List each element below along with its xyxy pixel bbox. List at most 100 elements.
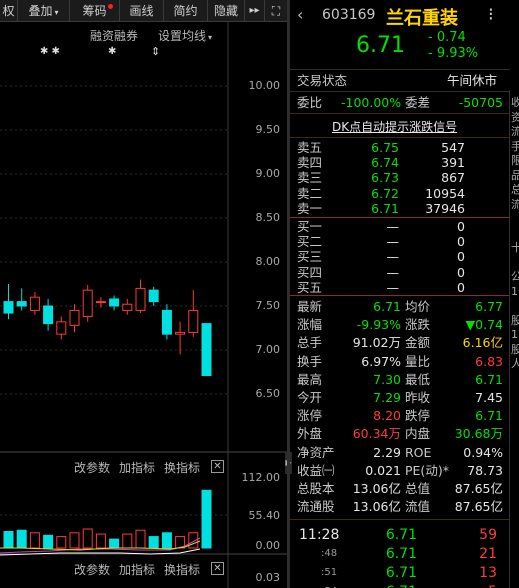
vol-axis-label: 55.40: [248, 509, 281, 522]
buy-order-row[interactable]: 买五 — 0: [297, 280, 505, 295]
order-volume: 391: [441, 155, 465, 171]
trade-status-label: 交易状态: [297, 73, 348, 88]
buy-order-row[interactable]: 买一 — 0: [297, 219, 505, 234]
volume-bar: [43, 534, 54, 549]
close-icon[interactable]: ✕: [211, 460, 224, 473]
stat-value: 7.45: [475, 390, 503, 405]
candle-body: [161, 309, 172, 335]
order-price: 6.74: [371, 155, 399, 171]
quote-stat-row[interactable]: 外盘 60.34万 内盘 30.68万: [297, 426, 505, 441]
quote-stat-row[interactable]: 总手 91.02万 金额 6.16亿: [297, 335, 505, 350]
toolbar-overlay-label: 叠加: [28, 4, 53, 18]
stat-label: 总手: [297, 335, 323, 351]
quote-stat-row[interactable]: 最高 7.30 最低 6.71: [297, 372, 505, 387]
volume-bar: [95, 533, 106, 549]
sell-order-row[interactable]: 卖三 6.73 867: [297, 170, 505, 185]
back-icon[interactable]: ‹: [297, 5, 303, 24]
order-price: 6.75: [371, 140, 399, 155]
volume-bar: [56, 536, 67, 549]
quote-stat-row[interactable]: 最新 6.71 均价 6.77: [297, 299, 505, 314]
divider: [290, 217, 510, 218]
side-panel-item: 限: [511, 154, 519, 169]
toolbar-chips-button[interactable]: 筹码: [70, 0, 120, 22]
price-axis-label: 9.00: [255, 167, 281, 180]
price-axis-label: 10.00: [248, 79, 281, 92]
side-panel-item: 股: [511, 343, 519, 358]
quote-stat-row[interactable]: 涨停 8.20 跌停 6.71: [297, 408, 505, 423]
volume-bar: [69, 532, 80, 549]
sell-order-row[interactable]: 卖二 6.72 10954: [297, 186, 505, 201]
toolbar-draw-button[interactable]: 画线: [120, 0, 164, 22]
toolbar-rights-label: 权: [2, 4, 15, 18]
price-change: - 0.74: [428, 30, 466, 45]
volume-series: [3, 489, 212, 549]
buy-order-row[interactable]: 买四 — 0: [297, 265, 505, 280]
ind-add-indicator-button[interactable]: 加指标: [119, 561, 155, 578]
notification-dot-icon: [108, 4, 113, 9]
candle-body: [82, 289, 93, 318]
sell-order-row[interactable]: 卖五 6.75 547: [297, 140, 505, 155]
quote-stat-row[interactable]: 总股本 13.06亿 总值 87.65亿: [297, 481, 505, 496]
sell-order-row[interactable]: 卖一 6.71 37946: [297, 201, 505, 216]
toolbar-rights-button[interactable]: 权: [0, 0, 18, 22]
stat-value: 60.34万: [352, 426, 401, 442]
tick-volume: 5: [437, 583, 497, 588]
side-panel-item: 收: [511, 96, 519, 111]
volume-bar: [3, 531, 14, 549]
more-icon[interactable]: ⁝: [488, 4, 494, 25]
quote-stat-row[interactable]: 换手 6.97% 量比 6.83: [297, 354, 505, 369]
buy-order-row[interactable]: 买三 — 0: [297, 249, 505, 264]
panel-divider[interactable]: [287, 0, 290, 588]
buy-order-row[interactable]: 买二 — 0: [297, 234, 505, 249]
quote-stat-row[interactable]: 净资产 2.29 ROE 0.94%: [297, 445, 505, 460]
stat-label: 今开: [297, 390, 323, 405]
volume-bar: [109, 538, 120, 549]
toolbar-hide-button[interactable]: 隐藏: [208, 0, 245, 22]
stat-value: 7.29: [373, 390, 401, 405]
stat-value: 6.97%: [361, 353, 401, 369]
candle-body: [135, 287, 146, 311]
more-arrows-icon[interactable]: ▸▸: [245, 0, 265, 22]
dk-signal-link[interactable]: DK点自动提示涨跌信号: [332, 118, 457, 135]
close-icon[interactable]: ✕: [211, 562, 224, 575]
vol-add-indicator-button[interactable]: 加指标: [119, 459, 155, 476]
side-panel-item: [511, 299, 519, 314]
order-level-label: 买四: [297, 264, 323, 280]
side-panel-item: [511, 256, 519, 271]
quote-stat-row[interactable]: 流通股 13.06亿 流值 87.65亿: [297, 499, 505, 514]
stat-value: 6.16亿: [462, 335, 503, 351]
side-panel-partial[interactable]: 收资流手限品总流 十 公1 股1股人: [509, 90, 519, 588]
stat-label: 均价: [405, 299, 431, 314]
stat-value: 7.30: [373, 371, 401, 387]
ind-switch-indicator-button[interactable]: 换指标: [164, 561, 200, 578]
price-change-pct: - 9.93%: [428, 46, 479, 61]
candle-body: [95, 301, 106, 304]
side-panel-item: 手: [511, 140, 519, 155]
side-panel-item: [511, 227, 519, 242]
vol-switch-indicator-button[interactable]: 换指标: [164, 459, 200, 476]
tick-time: :48: [321, 548, 338, 559]
current-price: 6.71: [356, 33, 405, 58]
stat-label: 总股本: [297, 481, 335, 496]
tick-volume: 59: [479, 527, 497, 543]
quote-stat-row[interactable]: 今开 7.29 昨收 7.45: [297, 390, 505, 405]
side-panel-item: 总: [511, 183, 519, 198]
quote-stat-row[interactable]: 涨幅 -9.93% 涨跌 ▼0.74: [297, 317, 505, 332]
side-panel-item: [511, 212, 519, 227]
stat-label: 流通股: [297, 499, 335, 515]
order-ratio-value: -100.00%: [341, 95, 402, 110]
ind-param-button[interactable]: 改参数: [74, 561, 110, 578]
tick-price: 6.71: [385, 565, 417, 581]
vol-param-button[interactable]: 改参数: [74, 459, 110, 476]
candle-body: [188, 309, 199, 333]
tick-row[interactable]: :54 6.71 5: [297, 583, 505, 588]
tick-row[interactable]: :48 6.71 21: [297, 545, 505, 563]
tick-row[interactable]: :51 6.71 13: [297, 564, 505, 582]
toolbar-overlay-button[interactable]: 叠加 ▾: [18, 0, 70, 22]
stat-value: 6.71: [475, 371, 503, 387]
toolbar-simple-button[interactable]: 简约: [164, 0, 208, 22]
quote-stat-row[interactable]: 收益㈠ 0.021 PE(动)* 78.73: [297, 463, 505, 478]
expand-icon[interactable]: ⛶: [265, 0, 287, 22]
sell-order-row[interactable]: 卖四 6.74 391: [297, 155, 505, 170]
tick-row[interactable]: 11:28 6.71 59: [297, 526, 505, 544]
